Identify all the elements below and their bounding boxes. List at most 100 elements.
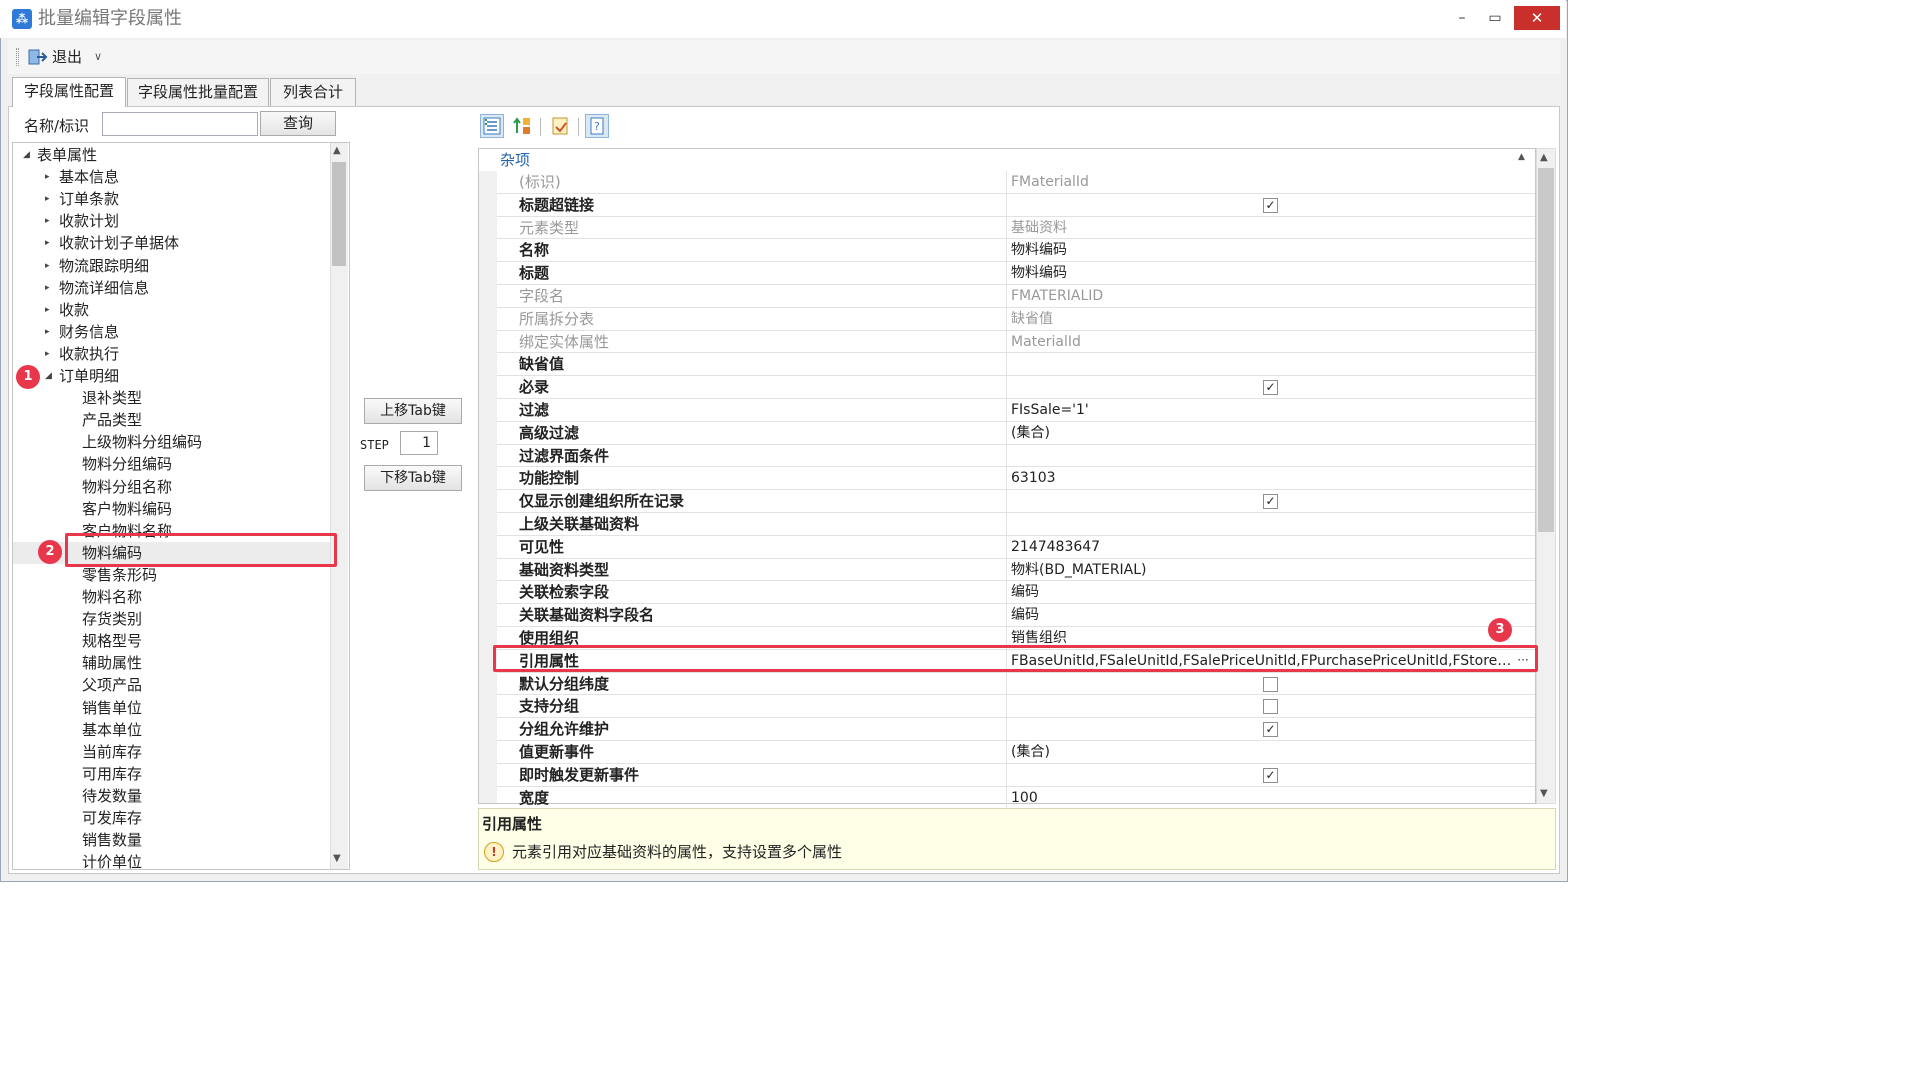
property-row[interactable]: 关联检索字段 编码 xyxy=(497,581,1535,605)
tree-leaf-item[interactable]: 上级物料分组编码 xyxy=(13,431,331,453)
property-row[interactable]: 支持分组 xyxy=(497,695,1535,719)
tree-leaf-item[interactable]: 辅助属性 xyxy=(13,652,331,674)
property-row[interactable]: 标题超链接 ✓ xyxy=(497,193,1535,217)
property-checkbox[interactable]: ✓ xyxy=(1263,767,1278,783)
property-checkbox[interactable]: ✓ xyxy=(1263,722,1278,738)
property-row[interactable]: 功能控制 63103 xyxy=(497,467,1535,491)
tree-group-item[interactable]: ▸ 基本信息 xyxy=(13,166,331,188)
expand-arrow-icon[interactable]: ▸ xyxy=(45,255,55,277)
property-row[interactable]: 默认分组纬度 xyxy=(497,672,1535,696)
tab-list-total[interactable]: 列表合计 xyxy=(270,78,356,106)
column-divider[interactable] xyxy=(1006,535,1007,558)
collapse-arrow-icon[interactable]: ◢ xyxy=(23,144,33,166)
expand-arrow-icon[interactable]: ▸ xyxy=(45,232,55,254)
exit-icon[interactable] xyxy=(28,48,48,66)
property-row[interactable]: 值更新事件 (集合) xyxy=(497,741,1535,764)
categorized-view-icon[interactable] xyxy=(480,114,504,138)
search-button[interactable]: 查询 xyxy=(260,111,336,136)
column-divider[interactable] xyxy=(1006,353,1007,376)
property-row[interactable]: 字段名 FMATERIALID xyxy=(497,285,1535,308)
property-row[interactable]: 上级关联基础资料 xyxy=(497,513,1535,536)
column-divider[interactable] xyxy=(1006,216,1007,239)
property-checkbox[interactable]: ✓ xyxy=(1263,380,1278,396)
column-divider[interactable] xyxy=(1006,513,1007,535)
tree-group-item-expanded[interactable]: ◢ 订单明细 xyxy=(13,365,331,387)
property-row[interactable]: 过滤界面条件 xyxy=(497,444,1535,468)
column-divider[interactable] xyxy=(1006,285,1007,307)
column-divider[interactable] xyxy=(1006,672,1007,695)
tab-batch-config[interactable]: 字段属性批量配置 xyxy=(127,78,269,106)
property-value[interactable] xyxy=(1011,445,1517,467)
property-checkbox[interactable] xyxy=(1263,699,1278,715)
tree-root[interactable]: ◢ 表单属性 xyxy=(13,144,331,166)
property-row[interactable]: 标题 物料编码 xyxy=(497,262,1535,285)
tree-leaf-item[interactable]: 零售条形码 xyxy=(13,564,331,586)
tree-leaf-item[interactable]: 物料分组名称 xyxy=(13,476,331,498)
expand-arrow-icon[interactable]: ▸ xyxy=(45,210,55,232)
property-value[interactable]: 编码 xyxy=(1011,581,1517,603)
column-divider[interactable] xyxy=(1006,467,1007,490)
property-value[interactable]: 63103 xyxy=(1011,467,1517,489)
column-divider[interactable] xyxy=(1006,330,1007,353)
column-divider[interactable] xyxy=(1006,718,1007,741)
property-row[interactable]: 所属拆分表 缺省值 xyxy=(497,307,1535,331)
property-value[interactable]: FIsSale='1' xyxy=(1011,399,1517,421)
property-value[interactable]: 100 xyxy=(1011,787,1517,809)
tree-leaf-item[interactable]: 待发数量 xyxy=(13,785,331,807)
tree-leaf-item[interactable]: 产品类型 xyxy=(13,409,331,431)
tree-leaf-item[interactable]: 当前库存 xyxy=(13,741,331,763)
property-row[interactable]: 分组允许维护 ✓ xyxy=(497,718,1535,741)
tree-group-item[interactable]: ▸ 收款计划 xyxy=(13,210,331,232)
tree-leaf-item[interactable]: 销售数量 xyxy=(13,829,331,851)
property-checkbox[interactable] xyxy=(1263,676,1278,692)
property-row[interactable]: 缺省值 xyxy=(497,353,1535,377)
step-input[interactable]: 1 xyxy=(400,431,438,455)
column-divider[interactable] xyxy=(1006,581,1007,604)
tree-leaf-item[interactable]: 销售单位 xyxy=(13,697,331,719)
property-row[interactable]: 仅显示创建组织所在记录 ✓ xyxy=(497,490,1535,513)
column-divider[interactable] xyxy=(1006,741,1007,763)
property-value[interactable] xyxy=(1011,353,1517,375)
column-divider[interactable] xyxy=(1006,193,1007,216)
tree-leaf-item[interactable]: 可发库存 xyxy=(13,807,331,829)
property-value[interactable]: 物料(BD_MATERIAL) xyxy=(1011,559,1517,581)
property-value[interactable]: 物料编码 xyxy=(1011,239,1517,261)
tree-group-item[interactable]: ▸ 物流详细信息 xyxy=(13,277,331,299)
tree-leaf-item[interactable]: 基本单位 xyxy=(13,719,331,741)
column-divider[interactable] xyxy=(1006,444,1007,467)
property-value[interactable]: (集合) xyxy=(1011,422,1517,444)
scroll-down-icon[interactable]: ▼ xyxy=(1540,788,1548,799)
column-divider[interactable] xyxy=(1006,763,1007,786)
column-divider[interactable] xyxy=(1006,262,1007,285)
tree-leaf-item[interactable]: 计价单位 xyxy=(13,851,331,869)
move-up-tab-button[interactable]: 上移Tab键 xyxy=(364,398,462,424)
property-row[interactable]: 高级过滤 (集合) xyxy=(497,421,1535,445)
description-toggle-icon[interactable]: ? xyxy=(585,114,609,138)
tree-group-item[interactable]: ▸ 收款计划子单据体 xyxy=(13,232,331,254)
tree-leaf-item[interactable]: 物料名称 xyxy=(13,586,331,608)
column-divider[interactable] xyxy=(1006,490,1007,513)
tree-leaf-item[interactable]: 客户物料编码 xyxy=(13,498,331,520)
maximize-button[interactable]: ▭ xyxy=(1479,6,1511,30)
tree-leaf-item[interactable]: 规格型号 xyxy=(13,630,331,652)
tree-group-item[interactable]: ▸ 财务信息 xyxy=(13,321,331,343)
property-row[interactable]: 宽度 100 xyxy=(497,786,1535,810)
grid-scroll-thumb[interactable] xyxy=(1538,168,1554,532)
property-value[interactable]: 编码 xyxy=(1011,604,1517,626)
close-button[interactable]: ✕ xyxy=(1514,6,1560,30)
column-divider[interactable] xyxy=(1006,421,1007,444)
expand-arrow-icon[interactable]: ▸ xyxy=(45,188,55,210)
tree-group-item[interactable]: ▸ 物流跟踪明细 xyxy=(13,255,331,277)
column-divider[interactable] xyxy=(1006,604,1007,627)
expand-arrow-icon[interactable]: ▸ xyxy=(45,321,55,343)
tab-field-config[interactable]: 字段属性配置 xyxy=(12,77,126,107)
property-value[interactable]: 2147483647 xyxy=(1011,536,1517,558)
property-row[interactable]: 即时触发更新事件 ✓ xyxy=(497,763,1535,787)
column-divider[interactable] xyxy=(1006,399,1007,421)
property-pages-icon[interactable] xyxy=(548,114,572,138)
column-divider[interactable] xyxy=(1006,786,1007,809)
search-input[interactable] xyxy=(102,112,258,136)
column-divider[interactable] xyxy=(1006,376,1007,399)
tree-leaf-item[interactable]: 退补类型 xyxy=(13,387,331,409)
property-row[interactable]: 基础资料类型 物料(BD_MATERIAL) xyxy=(497,558,1535,582)
